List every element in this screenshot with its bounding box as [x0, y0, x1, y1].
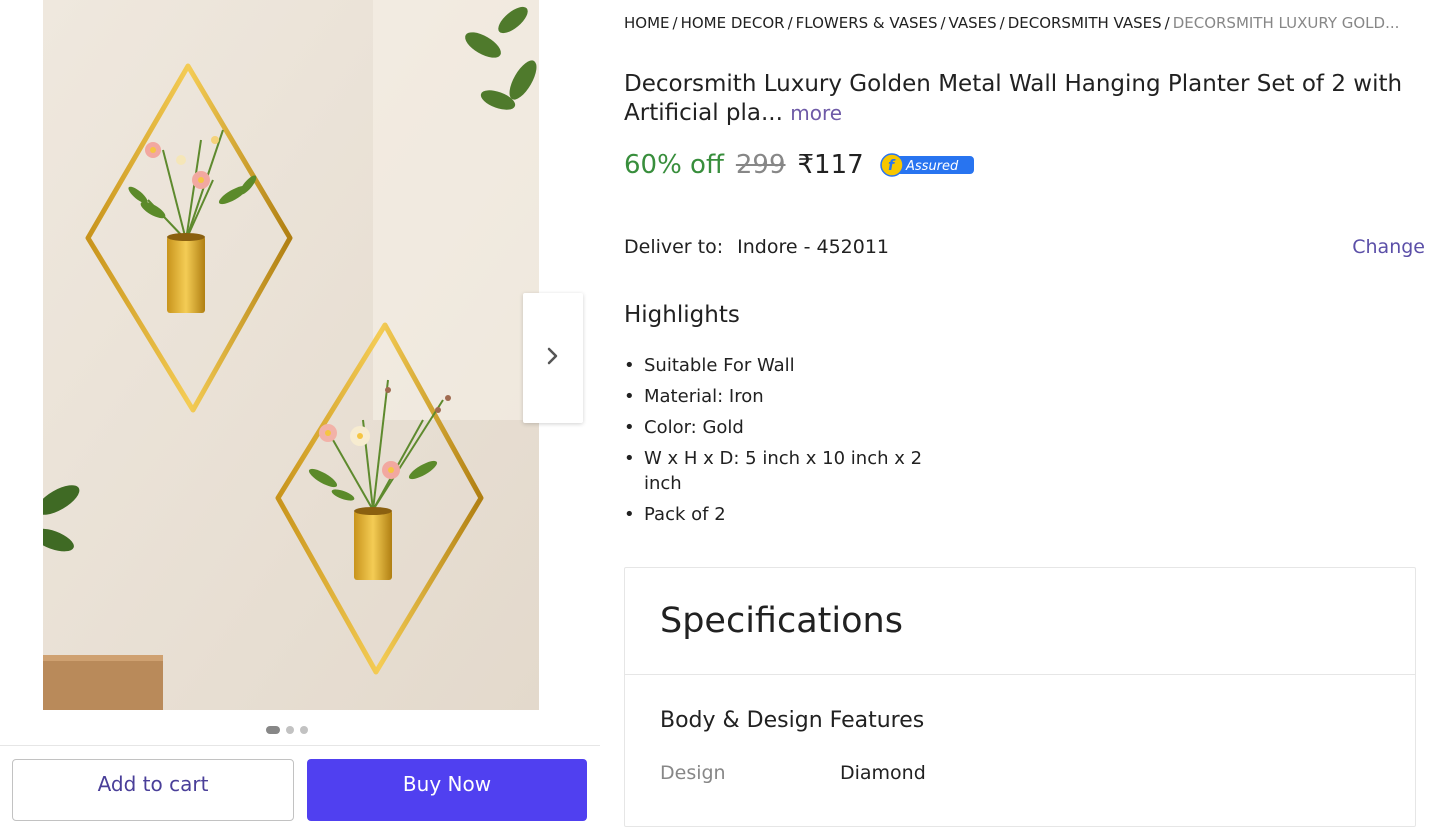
- price-row: 60% off 299 ₹117 f Assured: [624, 150, 976, 180]
- breadcrumb-item[interactable]: FLOWERS & VASES: [796, 14, 938, 32]
- spec-key: Design: [660, 762, 726, 784]
- breadcrumb: HOME / HOME DECOR / FLOWERS & VASES / VASES / DE…: [624, 14, 1400, 32]
- chevron-right-icon: [546, 346, 560, 370]
- buy-now-button[interactable]: Buy Now: [307, 759, 587, 821]
- selling-price: ₹117: [797, 150, 864, 180]
- product-image[interactable]: [43, 0, 539, 710]
- spec-section-title: Body & Design Features: [660, 708, 925, 733]
- assured-badge: f Assured: [879, 153, 976, 177]
- add-to-cart-button[interactable]: Add to cart: [12, 759, 294, 821]
- discount-percent: 60% off: [624, 150, 724, 180]
- highlight-item: W x H x D: 5 inch x 10 inch x 2 inch: [624, 446, 954, 496]
- more-link[interactable]: more: [790, 101, 842, 125]
- carousel-dot[interactable]: [300, 726, 308, 734]
- product-title-text: Decorsmith Luxury Golden Metal Wall Hang…: [624, 71, 1403, 126]
- breadcrumb-item[interactable]: HOME DECOR: [681, 14, 785, 32]
- product-title: Decorsmith Luxury Golden Metal Wall Hang…: [624, 70, 1414, 128]
- change-location-button[interactable]: Change: [1352, 236, 1425, 258]
- assured-label: Assured: [905, 159, 959, 174]
- product-gallery: Add to cart Buy Now: [0, 0, 600, 821]
- delivery-location: Indore - 452011: [737, 236, 890, 258]
- breadcrumb-item[interactable]: HOME: [624, 14, 670, 32]
- highlights-list: Suitable For Wall Material: Iron Color: …: [624, 353, 954, 533]
- highlight-item: Color: Gold: [624, 415, 954, 440]
- delivery-row: Deliver to: Indore - 452011 Change: [624, 236, 1425, 258]
- specifications-panel: Specifications Body & Design Features De…: [624, 567, 1416, 827]
- spec-value: Diamond: [840, 762, 926, 784]
- specifications-title: Specifications: [625, 568, 1415, 675]
- highlight-item: Pack of 2: [624, 502, 954, 527]
- carousel-dot[interactable]: [266, 726, 280, 734]
- highlight-item: Suitable For Wall: [624, 353, 954, 378]
- original-price: 299: [735, 150, 786, 180]
- deliver-label: Deliver to:: [624, 236, 724, 258]
- next-image-button[interactable]: [523, 293, 583, 423]
- highlight-item: Material: Iron: [624, 384, 954, 409]
- breadcrumb-current: DECORSMITH LUXURY GOLD...: [1172, 14, 1400, 32]
- carousel-dot[interactable]: [286, 726, 294, 734]
- breadcrumb-item[interactable]: VASES: [949, 14, 997, 32]
- carousel-dots: [266, 726, 308, 734]
- action-bar: Add to cart Buy Now: [0, 745, 600, 821]
- spec-row: Design Diamond: [660, 762, 926, 784]
- highlights-title: Highlights: [624, 302, 740, 328]
- breadcrumb-item[interactable]: DECORSMITH VASES: [1008, 14, 1162, 32]
